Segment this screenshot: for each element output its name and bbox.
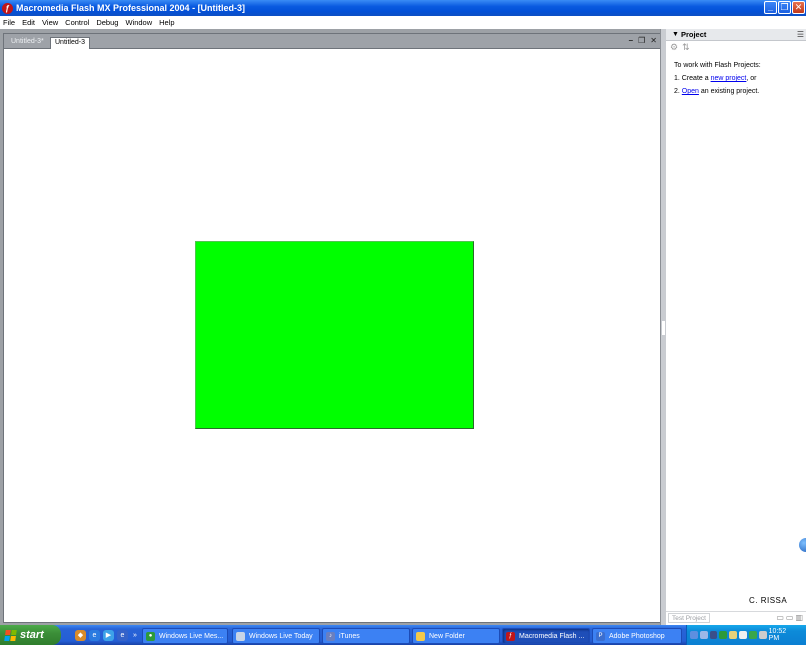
folder-icon	[416, 631, 425, 641]
open-project-link[interactable]: Open	[682, 88, 699, 95]
document-window: Untitled-3* Untitled-3 – ❐ ✕	[3, 33, 662, 623]
doc-minimize-button[interactable]: –	[629, 36, 633, 45]
task-label: Windows Live Mes...	[159, 632, 224, 640]
tray-folder-icon[interactable]	[729, 631, 738, 639]
task-windows-live-messenger[interactable]: ● Windows Live Mes...	[142, 628, 228, 644]
tray-clock-icon[interactable]	[758, 631, 767, 639]
tray-network-icon[interactable]	[690, 631, 698, 639]
quick-launch-media-icon[interactable]: ▶	[103, 629, 114, 641]
task-windows-live-today[interactable]: Windows Live Today	[232, 628, 320, 644]
step-2-suffix: an existing project.	[698, 88, 760, 95]
tray-messenger-icon[interactable]	[719, 631, 728, 639]
restore-button[interactable]: ❐	[778, 1, 791, 14]
stage[interactable]	[4, 49, 661, 622]
tab-untitled-3-modified[interactable]: Untitled-3*	[7, 37, 48, 49]
add-folder-icon[interactable]: ▭	[786, 613, 794, 622]
menu-bar: File Edit View Control Debug Window Help	[0, 16, 806, 29]
project-step-2: 2. Open an existing project.	[674, 85, 806, 98]
collapse-triangle-icon[interactable]: ▼	[672, 31, 679, 38]
project-settings-icon[interactable]: ⚙	[670, 42, 678, 53]
task-label: Windows Live Today	[249, 632, 313, 640]
menu-control[interactable]: Control	[65, 18, 89, 27]
task-label: New Folder	[429, 632, 465, 640]
project-panel-footer: Test Project ▭ ▭ ▥	[666, 611, 806, 623]
quick-launch-ie-icon[interactable]: e	[89, 629, 100, 641]
menu-help[interactable]: Help	[159, 18, 174, 27]
quick-launch: ◆ e ▶ e »	[75, 629, 137, 641]
tab-untitled-3[interactable]: Untitled-3	[50, 37, 90, 49]
green-rectangle-shape[interactable]	[195, 241, 474, 429]
menu-view[interactable]: View	[42, 18, 58, 27]
window-icon	[236, 631, 245, 641]
project-instructions: To work with Flash Projects: 1. Create a…	[666, 53, 806, 98]
sort-icon[interactable]: ⇅	[682, 42, 690, 53]
add-file-icon[interactable]: ▭	[776, 613, 784, 622]
task-label: Macromedia Flash ...	[519, 632, 585, 640]
quick-launch-browser-icon[interactable]: e	[117, 629, 128, 641]
flash-icon: ƒ	[506, 631, 515, 641]
step-2-prefix: 2.	[674, 88, 682, 95]
doc-restore-button[interactable]: ❐	[638, 36, 645, 45]
project-panel-title: Project	[680, 30, 707, 39]
clock[interactable]: 10:52 PM	[769, 628, 798, 642]
system-tray: 10:52 PM	[686, 625, 806, 645]
quick-launch-folder-icon[interactable]: ◆	[75, 629, 86, 641]
close-button[interactable]: ✕	[792, 1, 805, 14]
step-1-prefix: 1. Create a	[674, 75, 711, 82]
quick-launch-more-icon[interactable]: »	[133, 632, 137, 639]
window-title: Macromedia Flash MX Professional 2004 - …	[16, 3, 246, 13]
menu-file[interactable]: File	[3, 18, 15, 27]
task-new-folder[interactable]: New Folder	[412, 628, 500, 644]
doc-close-button[interactable]: ✕	[650, 36, 657, 45]
task-adobe-photoshop[interactable]: P Adobe Photoshop	[592, 628, 682, 644]
task-macromedia-flash[interactable]: ƒ Macromedia Flash ...	[502, 628, 590, 644]
watermark-text: C. RISSA	[749, 596, 788, 605]
globe-icon	[799, 538, 806, 552]
task-label: iTunes	[339, 632, 360, 640]
start-button[interactable]: start	[0, 625, 61, 645]
test-project-button[interactable]: Test Project	[668, 612, 710, 623]
project-toolbar: ⚙ ⇅	[666, 41, 806, 53]
menu-debug[interactable]: Debug	[96, 18, 118, 27]
tray-shield-icon[interactable]	[748, 631, 757, 639]
tray-speaker-icon[interactable]	[739, 631, 747, 639]
new-project-link[interactable]: new project	[711, 75, 747, 82]
panel-options-icon[interactable]: ☰	[797, 30, 804, 39]
project-panel-header[interactable]: ▼ Project ☰	[666, 29, 806, 41]
project-step-1: 1. Create a new project, or	[674, 72, 806, 85]
project-intro: To work with Flash Projects:	[674, 62, 761, 69]
delete-icon[interactable]: ▥	[795, 613, 803, 622]
messenger-icon: ●	[146, 631, 155, 641]
task-itunes[interactable]: ♪ iTunes	[322, 628, 410, 644]
minimize-button[interactable]: _	[764, 1, 777, 14]
menu-edit[interactable]: Edit	[22, 18, 35, 27]
flash-app-icon[interactable]: ƒ	[2, 2, 13, 14]
splitter-grip-icon[interactable]	[662, 321, 665, 335]
step-1-suffix: , or	[746, 75, 757, 82]
document-tab-bar: Untitled-3* Untitled-3 – ❐ ✕	[4, 34, 661, 49]
task-label: Adobe Photoshop	[609, 632, 665, 640]
start-label: start	[20, 629, 44, 641]
photoshop-icon: P	[596, 631, 605, 641]
tray-itunes-icon[interactable]	[699, 631, 708, 639]
project-panel: ▼ Project ☰ ⚙ ⇅ To work with Flash Proje…	[666, 29, 806, 625]
itunes-icon: ♪	[326, 631, 335, 641]
tray-monitor-icon[interactable]	[709, 631, 718, 639]
menu-window[interactable]: Window	[125, 18, 152, 27]
windows-logo-icon	[4, 629, 17, 641]
title-bar: ƒ Macromedia Flash MX Professional 2004 …	[0, 0, 806, 16]
